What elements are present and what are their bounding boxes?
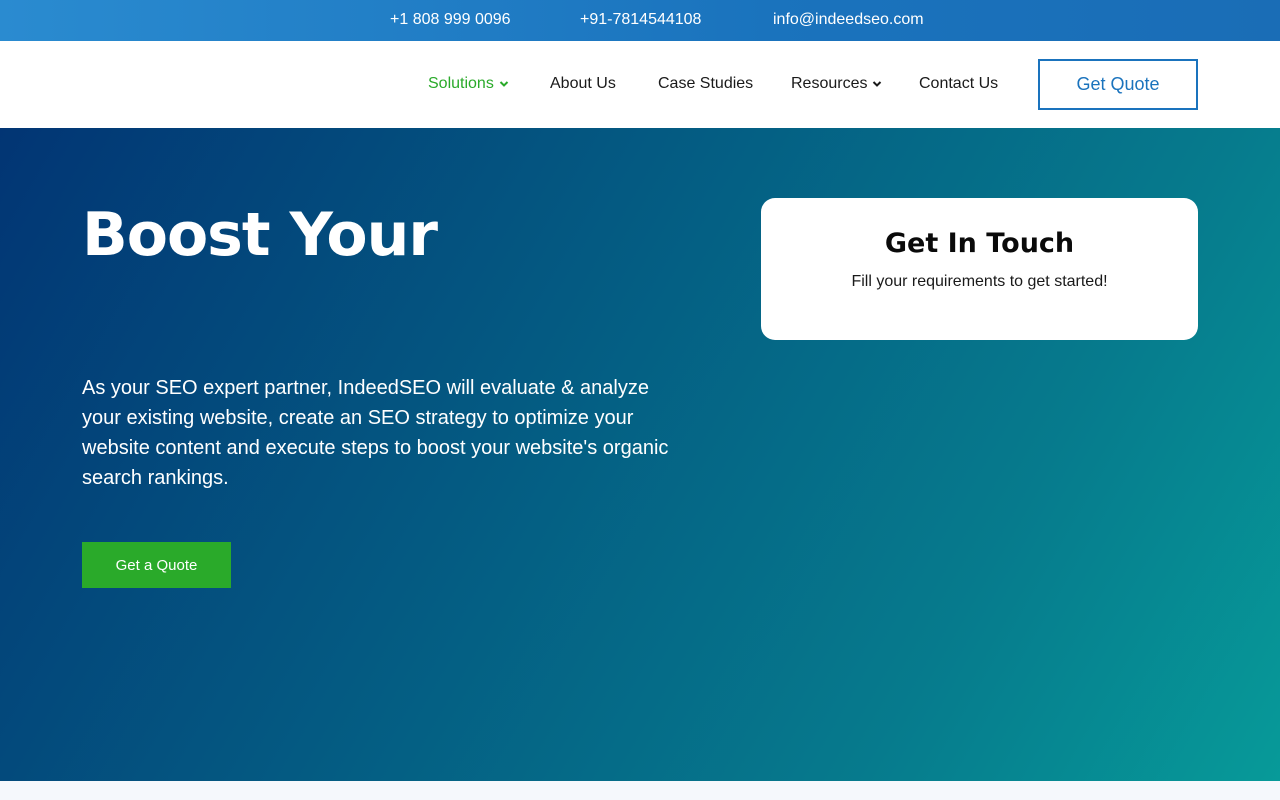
hero-description: As your SEO expert partner, IndeedSEO wi… [82, 377, 669, 489]
get-quote-button[interactable]: Get Quote [1038, 59, 1198, 110]
hero-section: Boost Your As your SEO expert partner, I… [0, 128, 1280, 781]
nav-item-solutions[interactable]: Solutions [428, 75, 509, 93]
nav-item-contact-us[interactable]: Contact Us [919, 75, 998, 93]
phone-link-us[interactable]: +1 808 999 0096 [390, 11, 511, 29]
nav-item-label: Case Studies [658, 75, 754, 92]
chevron-down-icon [873, 81, 882, 87]
nav-item-label: Solutions [428, 75, 494, 92]
phone-link-india[interactable]: +91-7814544108 [580, 11, 701, 29]
nav-item-label: Contact Us [919, 75, 999, 92]
nav-item-label: About Us [550, 75, 616, 92]
email-link[interactable]: info@indeedseo.com [773, 11, 924, 29]
chevron-down-icon [499, 81, 509, 87]
contact-form-card: Get In Touch Fill your requirements to g… [761, 198, 1198, 340]
nav-item-label: Resources [791, 75, 868, 92]
nav-item-resources[interactable]: Resources [791, 75, 882, 93]
next-section-edge [0, 781, 1280, 800]
contact-card-subtitle: Fill your requirements to get started! [851, 273, 1108, 290]
get-a-quote-button[interactable]: Get a Quote [82, 542, 231, 588]
hero-title: Boost Your [82, 200, 438, 270]
main-navbar: Solutions About Us Case Studies Resource… [0, 41, 1280, 128]
contact-card-title: Get In Touch [884, 228, 1075, 259]
contact-topbar: +1 808 999 0096 +91-7814544108 info@inde… [0, 0, 1280, 41]
nav-item-case-studies[interactable]: Case Studies [658, 75, 753, 93]
nav-item-about-us[interactable]: About Us [550, 75, 616, 93]
